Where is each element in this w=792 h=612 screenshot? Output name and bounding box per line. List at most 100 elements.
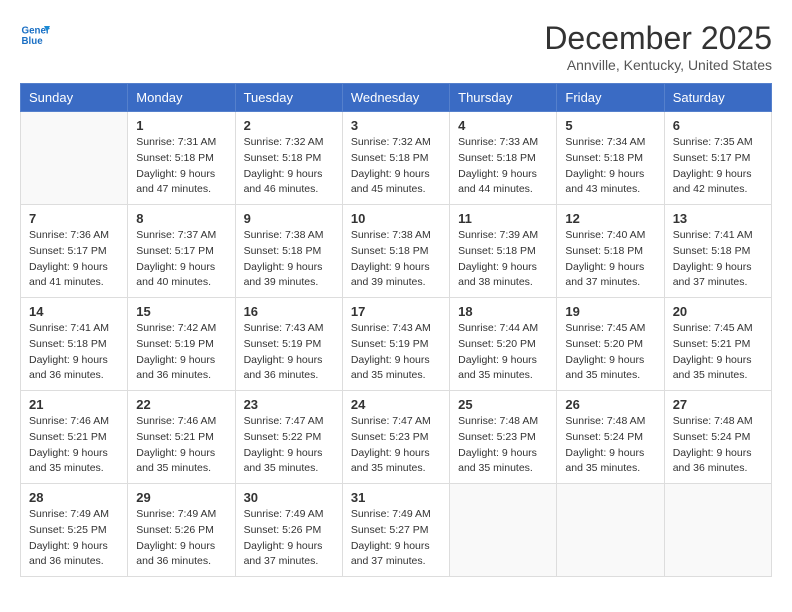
day-info: Sunrise: 7:49 AMSunset: 5:27 PMDaylight:…: [351, 507, 441, 570]
weekday-header: Friday: [557, 84, 664, 112]
calendar-week-row: 14 Sunrise: 7:41 AMSunset: 5:18 PMDayligh…: [21, 298, 772, 391]
day-number: 20: [673, 304, 763, 319]
calendar-cell: 21 Sunrise: 7:46 AMSunset: 5:21 PMDayligh…: [21, 391, 128, 484]
weekday-header: Monday: [128, 84, 235, 112]
weekday-header: Sunday: [21, 84, 128, 112]
logo-icon: General Blue: [20, 20, 50, 50]
day-info: Sunrise: 7:33 AMSunset: 5:18 PMDaylight:…: [458, 135, 548, 198]
weekday-header: Saturday: [664, 84, 771, 112]
day-number: 28: [29, 490, 119, 505]
calendar-cell: 13Sunrise: 7:41 AMSunset: 5:18 PMDayligh…: [664, 205, 771, 298]
calendar-cell: [557, 484, 664, 577]
calendar-cell: 15Sunrise: 7:42 AMSunset: 5:19 PMDayligh…: [128, 298, 235, 391]
calendar-cell: 29 Sunrise: 7:49 AMSunset: 5:26 PMDayligh…: [128, 484, 235, 577]
calendar-cell: 1 Sunrise: 7:31 AMSunset: 5:18 PMDaylight…: [128, 112, 235, 205]
day-number: 4: [458, 118, 548, 133]
calendar-cell: [664, 484, 771, 577]
month-title: December 2025: [544, 20, 772, 57]
day-info: Sunrise: 7:44 AMSunset: 5:20 PMDaylight:…: [458, 321, 548, 384]
day-number: 2: [244, 118, 334, 133]
day-number: 22: [136, 397, 226, 412]
day-info: Sunrise: 7:49 AMSunset: 5:26 PMDaylight:…: [136, 507, 226, 570]
calendar-week-row: 7 Sunrise: 7:36 AMSunset: 5:17 PMDaylight…: [21, 205, 772, 298]
weekday-header-row: SundayMondayTuesdayWednesdayThursdayFrid…: [21, 84, 772, 112]
day-info: Sunrise: 7:45 AMSunset: 5:21 PMDaylight:…: [673, 321, 763, 384]
calendar-week-row: 1 Sunrise: 7:31 AMSunset: 5:18 PMDaylight…: [21, 112, 772, 205]
weekday-header: Thursday: [450, 84, 557, 112]
day-info: Sunrise: 7:48 AMSunset: 5:24 PMDaylight:…: [673, 414, 763, 477]
day-info: Sunrise: 7:32 AMSunset: 5:18 PMDaylight:…: [351, 135, 441, 198]
day-number: 24: [351, 397, 441, 412]
day-info: Sunrise: 7:38 AMSunset: 5:18 PMDaylight:…: [351, 228, 441, 291]
logo: General Blue: [20, 20, 50, 50]
day-info: Sunrise: 7:46 AMSunset: 5:21 PMDaylight:…: [136, 414, 226, 477]
day-number: 5: [565, 118, 655, 133]
day-number: 11: [458, 211, 548, 226]
title-section: December 2025 Annville, Kentucky, United…: [544, 20, 772, 73]
day-info: Sunrise: 7:47 AMSunset: 5:23 PMDaylight:…: [351, 414, 441, 477]
day-info: Sunrise: 7:31 AMSunset: 5:18 PMDaylight:…: [136, 135, 226, 198]
day-number: 29: [136, 490, 226, 505]
day-number: 6: [673, 118, 763, 133]
calendar-cell: 5 Sunrise: 7:34 AMSunset: 5:18 PMDaylight…: [557, 112, 664, 205]
calendar-week-row: 28 Sunrise: 7:49 AMSunset: 5:25 PMDayligh…: [21, 484, 772, 577]
calendar-cell: 14 Sunrise: 7:41 AMSunset: 5:18 PMDayligh…: [21, 298, 128, 391]
day-info: Sunrise: 7:46 AMSunset: 5:21 PMDaylight:…: [29, 414, 119, 477]
day-info: Sunrise: 7:48 AMSunset: 5:23 PMDaylight:…: [458, 414, 548, 477]
calendar-cell: 17Sunrise: 7:43 AMSunset: 5:19 PMDayligh…: [342, 298, 449, 391]
svg-text:Blue: Blue: [22, 36, 44, 47]
day-info: Sunrise: 7:34 AMSunset: 5:18 PMDaylight:…: [565, 135, 655, 198]
day-info: Sunrise: 7:35 AMSunset: 5:17 PMDaylight:…: [673, 135, 763, 198]
calendar-cell: 27 Sunrise: 7:48 AMSunset: 5:24 PMDayligh…: [664, 391, 771, 484]
day-number: 17: [351, 304, 441, 319]
day-number: 30: [244, 490, 334, 505]
calendar-cell: 10 Sunrise: 7:38 AMSunset: 5:18 PMDayligh…: [342, 205, 449, 298]
calendar-cell: 18Sunrise: 7:44 AMSunset: 5:20 PMDayligh…: [450, 298, 557, 391]
calendar-cell: 8Sunrise: 7:37 AMSunset: 5:17 PMDaylight…: [128, 205, 235, 298]
weekday-header: Wednesday: [342, 84, 449, 112]
calendar-cell: 31 Sunrise: 7:49 AMSunset: 5:27 PMDayligh…: [342, 484, 449, 577]
location: Annville, Kentucky, United States: [544, 57, 772, 73]
calendar-cell: 23 Sunrise: 7:47 AMSunset: 5:22 PMDayligh…: [235, 391, 342, 484]
day-info: Sunrise: 7:41 AMSunset: 5:18 PMDaylight:…: [673, 228, 763, 291]
calendar-cell: 25 Sunrise: 7:48 AMSunset: 5:23 PMDayligh…: [450, 391, 557, 484]
calendar-table: SundayMondayTuesdayWednesdayThursdayFrid…: [20, 83, 772, 577]
day-number: 7: [29, 211, 119, 226]
day-number: 26: [565, 397, 655, 412]
day-number: 25: [458, 397, 548, 412]
page-header: General Blue December 2025 Annville, Ken…: [20, 20, 772, 73]
calendar-cell: 26 Sunrise: 7:48 AMSunset: 5:24 PMDayligh…: [557, 391, 664, 484]
calendar-cell: 9 Sunrise: 7:38 AMSunset: 5:18 PMDaylight…: [235, 205, 342, 298]
day-info: Sunrise: 7:41 AMSunset: 5:18 PMDaylight:…: [29, 321, 119, 384]
day-number: 9: [244, 211, 334, 226]
day-info: Sunrise: 7:40 AMSunset: 5:18 PMDaylight:…: [565, 228, 655, 291]
day-info: Sunrise: 7:49 AMSunset: 5:26 PMDaylight:…: [244, 507, 334, 570]
day-info: Sunrise: 7:39 AMSunset: 5:18 PMDaylight:…: [458, 228, 548, 291]
day-info: Sunrise: 7:36 AMSunset: 5:17 PMDaylight:…: [29, 228, 119, 291]
day-number: 1: [136, 118, 226, 133]
calendar-cell: 7 Sunrise: 7:36 AMSunset: 5:17 PMDaylight…: [21, 205, 128, 298]
calendar-week-row: 21 Sunrise: 7:46 AMSunset: 5:21 PMDayligh…: [21, 391, 772, 484]
calendar-cell: 24 Sunrise: 7:47 AMSunset: 5:23 PMDayligh…: [342, 391, 449, 484]
calendar-cell: [450, 484, 557, 577]
day-info: Sunrise: 7:38 AMSunset: 5:18 PMDaylight:…: [244, 228, 334, 291]
calendar-cell: 11 Sunrise: 7:39 AMSunset: 5:18 PMDayligh…: [450, 205, 557, 298]
day-number: 31: [351, 490, 441, 505]
day-info: Sunrise: 7:37 AMSunset: 5:17 PMDaylight:…: [136, 228, 226, 291]
day-info: Sunrise: 7:43 AMSunset: 5:19 PMDaylight:…: [244, 321, 334, 384]
day-info: Sunrise: 7:48 AMSunset: 5:24 PMDaylight:…: [565, 414, 655, 477]
day-number: 10: [351, 211, 441, 226]
day-info: Sunrise: 7:47 AMSunset: 5:22 PMDaylight:…: [244, 414, 334, 477]
day-number: 23: [244, 397, 334, 412]
day-info: Sunrise: 7:42 AMSunset: 5:19 PMDaylight:…: [136, 321, 226, 384]
day-number: 14: [29, 304, 119, 319]
day-number: 27: [673, 397, 763, 412]
calendar-cell: 3 Sunrise: 7:32 AMSunset: 5:18 PMDaylight…: [342, 112, 449, 205]
day-number: 19: [565, 304, 655, 319]
day-info: Sunrise: 7:49 AMSunset: 5:25 PMDaylight:…: [29, 507, 119, 570]
day-number: 3: [351, 118, 441, 133]
day-info: Sunrise: 7:45 AMSunset: 5:20 PMDaylight:…: [565, 321, 655, 384]
day-number: 12: [565, 211, 655, 226]
calendar-cell: 16Sunrise: 7:43 AMSunset: 5:19 PMDayligh…: [235, 298, 342, 391]
day-number: 21: [29, 397, 119, 412]
